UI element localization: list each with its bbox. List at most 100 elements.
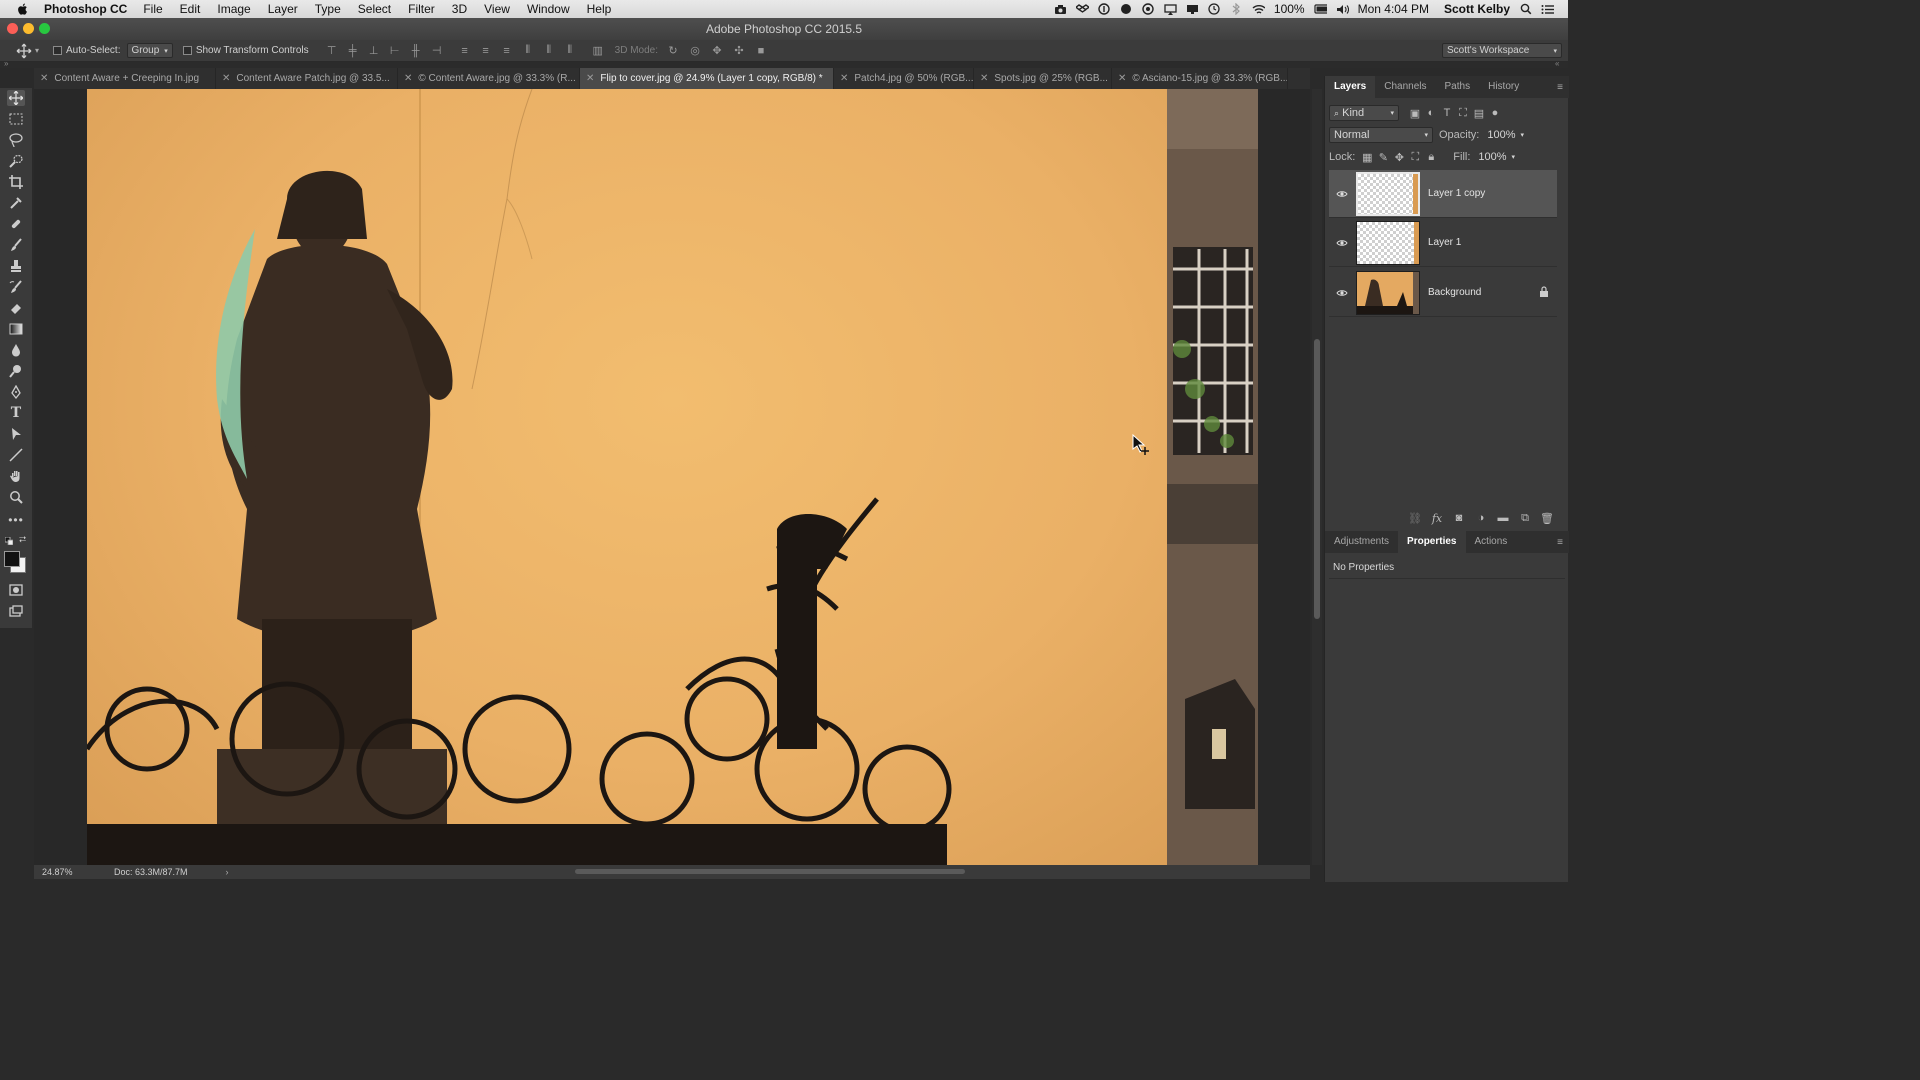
close-tab-icon[interactable]: ✕ — [840, 73, 848, 84]
brush-tool-icon[interactable] — [7, 237, 25, 253]
doc-tab-7[interactable]: ✕ © Asciano-15.jpg @ 33.3% (RGB... — [1112, 68, 1288, 89]
menu-window[interactable]: Window — [527, 2, 570, 16]
photo-image[interactable] — [87, 89, 1258, 865]
3d-roll-icon[interactable]: ◎ — [686, 44, 704, 58]
type-tool-icon[interactable]: T — [7, 405, 25, 421]
close-tab-icon[interactable]: ✕ — [222, 73, 230, 84]
close-tab-icon[interactable]: ✕ — [40, 73, 48, 84]
3d-orbit-icon[interactable]: ↻ — [664, 44, 682, 58]
layer-name[interactable]: Layer 1 copy — [1428, 188, 1485, 199]
gauge-icon[interactable] — [1142, 3, 1155, 15]
path-selection-tool-icon[interactable] — [7, 426, 25, 442]
align-vertical-center-icon[interactable]: ╪ — [344, 44, 362, 58]
add-mask-icon[interactable]: ◙ — [1451, 511, 1467, 525]
volume-icon[interactable] — [1336, 3, 1349, 15]
move-tool-icon[interactable] — [7, 90, 25, 106]
screen-mode-icon[interactable] — [7, 603, 25, 619]
camera-icon[interactable] — [1054, 3, 1067, 15]
adjustment-layer-icon[interactable]: ◑ — [1473, 511, 1489, 525]
filter-type-icon[interactable]: T — [1439, 106, 1455, 120]
menu-3d[interactable]: 3D — [452, 2, 467, 16]
visibility-eye-icon[interactable] — [1332, 289, 1352, 297]
auto-select-check-box[interactable] — [53, 46, 63, 55]
auto-select-dropdown[interactable]: Group ▾ — [126, 43, 173, 58]
lock-all-icon[interactable]: 🔒︎ — [1423, 150, 1439, 164]
menu-image[interactable]: Image — [217, 2, 250, 16]
tab-layers[interactable]: Layers — [1325, 76, 1376, 98]
visibility-eye-icon[interactable] — [1332, 239, 1352, 247]
history-brush-tool-icon[interactable] — [7, 279, 25, 295]
tab-channels[interactable]: Channels — [1375, 76, 1435, 98]
eyedropper-tool-icon[interactable] — [7, 195, 25, 211]
airplay-icon[interactable] — [1164, 3, 1177, 15]
blur-tool-icon[interactable] — [7, 342, 25, 358]
align-top-icon[interactable]: ⊤ — [323, 44, 341, 58]
lasso-tool-icon[interactable] — [7, 132, 25, 148]
status-menu-arrow-icon[interactable]: › — [226, 867, 229, 877]
fill-input[interactable]: 100% ▾ — [1474, 150, 1517, 164]
menu-select[interactable]: Select — [358, 2, 391, 16]
tab-history[interactable]: History — [1479, 76, 1528, 98]
default-colors-icon[interactable] — [4, 536, 14, 546]
distribute-bottom-icon[interactable]: ≡ — [498, 44, 516, 58]
evernote-icon[interactable] — [1120, 3, 1133, 15]
layer-name[interactable]: Background — [1428, 287, 1481, 298]
doc-tab-1[interactable]: ✕ Content Aware + Creeping In.jpg — [34, 68, 216, 89]
menu-view[interactable]: View — [484, 2, 510, 16]
collapse-left-icon[interactable]: » — [4, 59, 8, 68]
tab-adjustments[interactable]: Adjustments — [1325, 531, 1398, 553]
zoom-level[interactable]: 24.87% — [42, 867, 102, 877]
crop-tool-icon[interactable] — [7, 174, 25, 190]
layer-name[interactable]: Layer 1 — [1428, 237, 1461, 248]
battery-icon[interactable] — [1314, 3, 1327, 15]
filter-shape-icon[interactable]: ⛶ — [1455, 106, 1471, 120]
user-menu[interactable]: Scott Kelby — [1444, 2, 1510, 16]
time-machine-icon[interactable] — [1208, 3, 1221, 15]
distribute-center-icon[interactable]: ≡ — [477, 44, 495, 58]
notification-center-icon[interactable] — [1541, 3, 1554, 15]
lock-image-pixels-icon[interactable]: ✎ — [1375, 150, 1391, 164]
spotlight-search-icon[interactable] — [1519, 3, 1532, 15]
vertical-scrollbar[interactable] — [1312, 89, 1322, 865]
clock[interactable]: Mon 4:04 PM — [1358, 2, 1429, 16]
doc-tab-2[interactable]: ✕ Content Aware Patch.jpg @ 33.5... — [216, 68, 398, 89]
layer-style-fx-icon[interactable]: fx — [1429, 511, 1445, 525]
transform-check-box[interactable] — [182, 46, 192, 55]
zoom-window-button[interactable] — [39, 23, 50, 34]
auto-align-icon[interactable]: ▥ — [589, 44, 607, 58]
layer-thumbnail[interactable] — [1356, 270, 1420, 315]
collapse-right-icon[interactable]: « — [1555, 59, 1559, 68]
move-tool-preset-icon[interactable]: ▾ — [16, 43, 39, 59]
lock-artboard-icon[interactable]: ⛶ — [1407, 150, 1423, 164]
pen-tool-icon[interactable] — [7, 384, 25, 400]
panel-menu-icon[interactable]: ≡ — [1557, 82, 1563, 93]
minimize-window-button[interactable] — [23, 23, 34, 34]
layer-kind-filter[interactable]: ⌕ Kind ▾ — [1329, 105, 1399, 121]
hand-tool-icon[interactable] — [7, 468, 25, 484]
close-tab-icon[interactable]: ✕ — [404, 73, 412, 84]
doc-tab-5[interactable]: ✕ Patch4.jpg @ 50% (RGB... — [834, 68, 974, 89]
eraser-tool-icon[interactable] — [7, 300, 25, 316]
dodge-tool-icon[interactable] — [7, 363, 25, 379]
tab-actions[interactable]: Actions — [1466, 531, 1517, 553]
menu-file[interactable]: File — [143, 2, 162, 16]
tab-paths[interactable]: Paths — [1436, 76, 1480, 98]
close-tab-icon[interactable]: ✕ — [586, 73, 594, 84]
align-left-icon[interactable]: ⊢ — [386, 44, 404, 58]
clone-stamp-tool-icon[interactable] — [7, 258, 25, 274]
panel-menu-icon[interactable]: ≡ — [1557, 537, 1563, 548]
show-transform-controls-checkbox[interactable]: Show Transform Controls — [182, 45, 309, 56]
filter-pixel-icon[interactable]: ▣ — [1407, 106, 1423, 120]
gradient-tool-icon[interactable] — [7, 321, 25, 337]
visibility-eye-icon[interactable] — [1332, 190, 1352, 198]
foreground-color-swatch[interactable] — [4, 551, 20, 567]
close-tab-icon[interactable]: ✕ — [980, 73, 988, 84]
menu-type[interactable]: Type — [315, 2, 341, 16]
distribute-middle-icon[interactable]: ⫴ — [540, 44, 558, 58]
layer-row-layer-1-copy[interactable]: Layer 1 copy — [1329, 170, 1557, 218]
distribute-top-icon[interactable]: ≡ — [456, 44, 474, 58]
onepassword-icon[interactable] — [1098, 3, 1111, 15]
document-size[interactable]: Doc: 63.3M/87.7M — [114, 867, 188, 877]
layer-thumbnail[interactable] — [1356, 171, 1420, 216]
vertical-scroll-thumb[interactable] — [1314, 339, 1320, 619]
